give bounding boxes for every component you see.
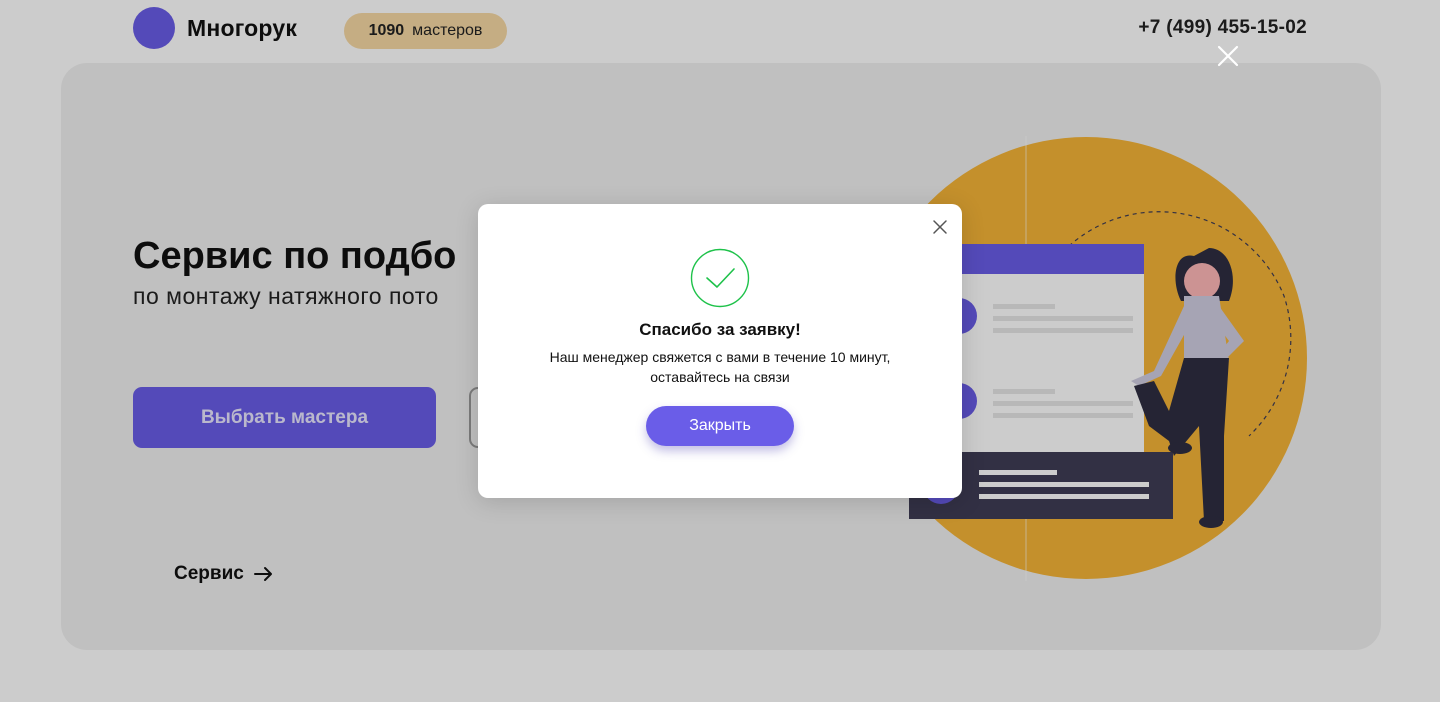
modal-close-icon[interactable] xyxy=(932,219,948,235)
checkmark-circle-icon xyxy=(690,248,750,308)
success-modal: Спасибо за заявку! Наш менеджер свяжется… xyxy=(478,204,962,498)
modal-message: Наш менеджер свяжется с вами в течение 1… xyxy=(478,347,962,387)
close-icon[interactable] xyxy=(1216,44,1240,68)
modal-message-line-1: Наш менеджер свяжется с вами в течение 1… xyxy=(549,349,891,365)
close-button[interactable]: Закрыть xyxy=(646,406,794,446)
modal-message-line-2: оставайтесь на связи xyxy=(650,369,790,385)
modal-title: Спасибо за заявку! xyxy=(639,320,801,339)
